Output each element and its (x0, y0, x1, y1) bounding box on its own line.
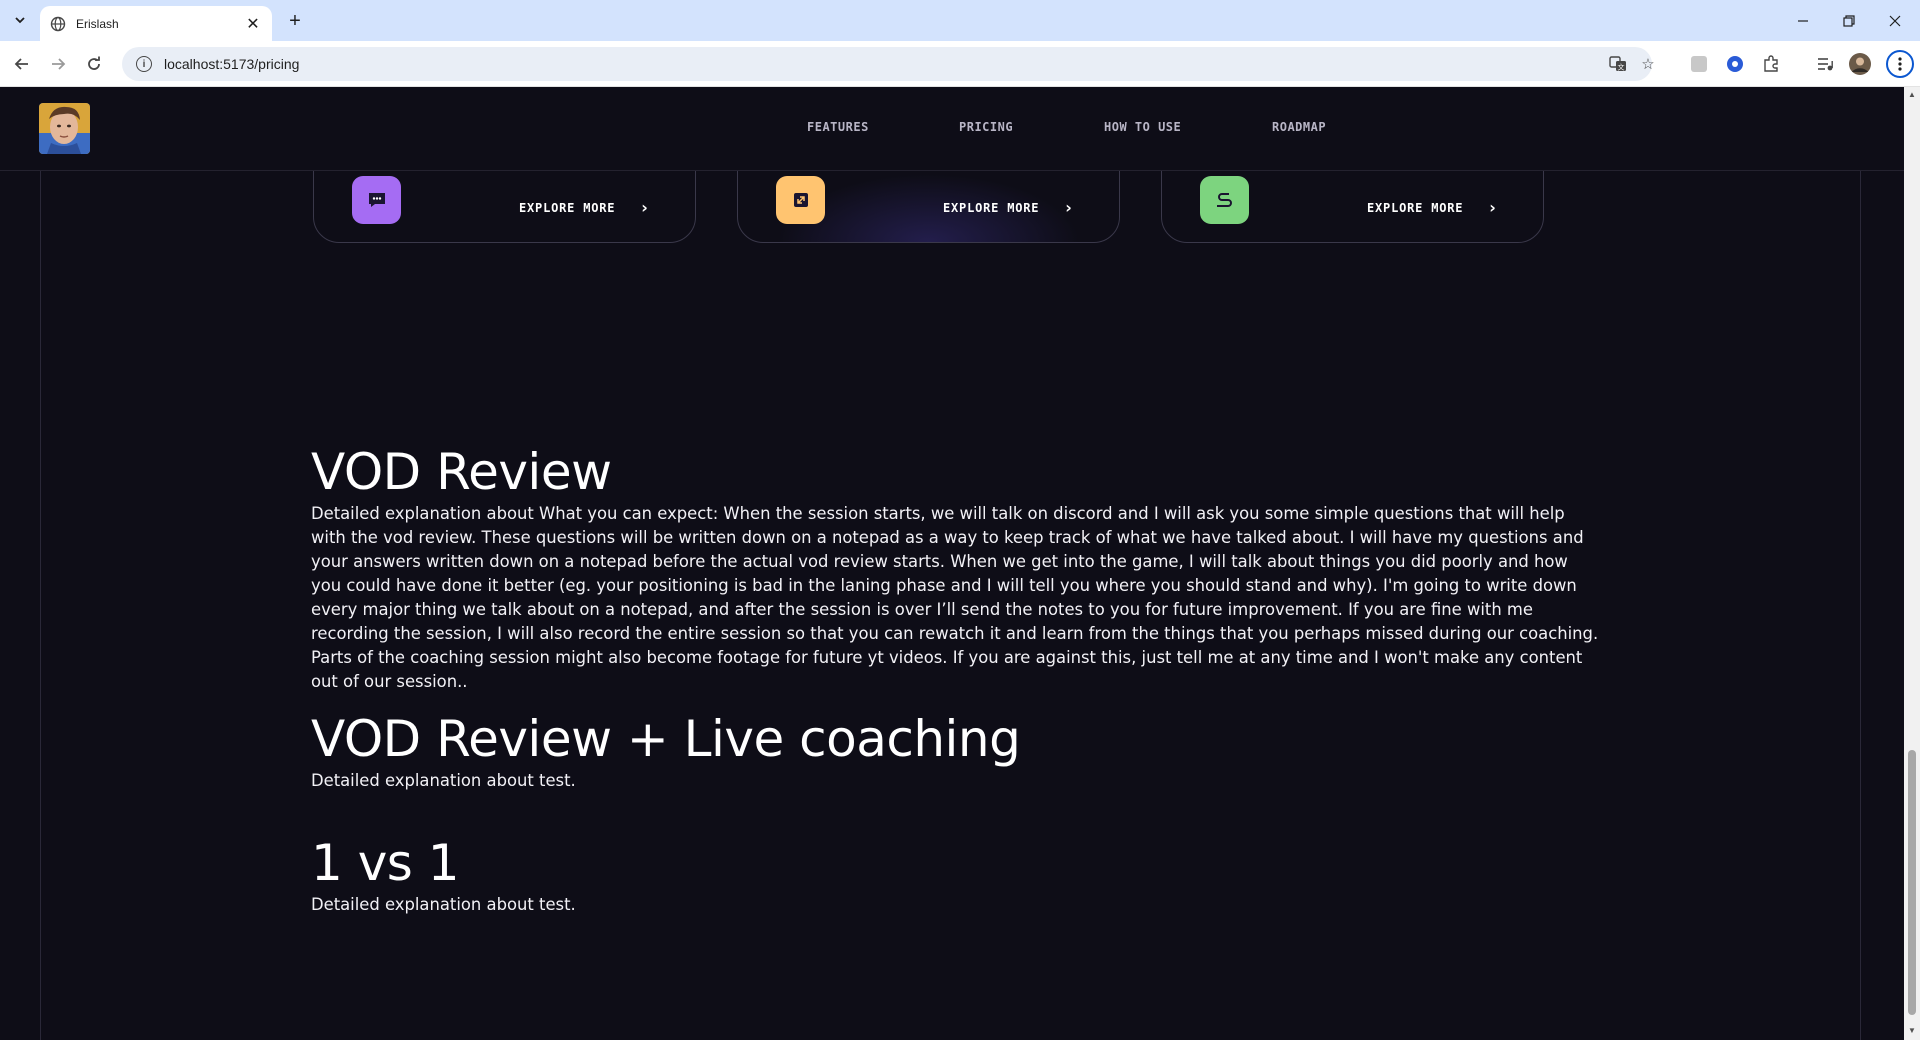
chevron-right-icon: › (1489, 198, 1497, 217)
restore-icon[interactable] (1826, 0, 1872, 41)
nav-link-features[interactable]: FEATURES (807, 120, 869, 134)
nav-link-pricing[interactable]: PRICING (959, 120, 1013, 134)
puzzle-icon[interactable] (1760, 53, 1782, 75)
chevron-right-icon: › (641, 198, 649, 217)
tab-title: Erislash (76, 16, 119, 31)
chat-icon (352, 176, 401, 224)
explore-more-label: EXPLORE MORE (943, 200, 1040, 215)
pricing-section-1v1: 1 vs 1 Detailed explanation about test. (311, 835, 1601, 917)
minimize-icon[interactable] (1780, 0, 1826, 41)
scroll-up-icon[interactable]: ▲ (1908, 91, 1916, 99)
pricing-section-live-coaching: VOD Review + Live coaching Detailed expl… (311, 711, 1601, 793)
section-title: VOD Review (311, 443, 612, 501)
main-nav: FEATURES PRICING HOW TO USE ROADMAP (0, 120, 1904, 140)
browser-tabstrip: Erislash ✕ + (0, 0, 1920, 41)
chevron-down-icon[interactable] (8, 8, 32, 32)
explore-more-label: EXPLORE MORE (1367, 200, 1464, 215)
route-icon (1200, 176, 1249, 224)
back-arrow-icon[interactable] (8, 50, 36, 78)
section-description: Detailed explanation about test. (311, 771, 576, 790)
pricing-section-vod-review: VOD Review Detailed explanation about Wh… (311, 444, 1601, 694)
window-close-icon[interactable] (1872, 0, 1918, 41)
forward-arrow-icon[interactable] (44, 50, 72, 78)
page-scrollbar[interactable]: ▲ ▼ (1904, 87, 1920, 1040)
page-viewport: EXPLORE MORE › EXPLORE MORE › EXPLORE MO… (0, 87, 1904, 1040)
divider (40, 87, 41, 1040)
extension-icon[interactable] (1724, 53, 1746, 75)
svg-text:文: 文 (1618, 63, 1625, 72)
section-description: Detailed explanation about What you can … (311, 504, 1599, 691)
scrollbar-thumb[interactable] (1908, 750, 1916, 1015)
divider (1860, 87, 1861, 1040)
translate-icon[interactable]: 文 (1604, 47, 1632, 81)
nav-link-roadmap[interactable]: ROADMAP (1272, 120, 1326, 134)
extension-icon[interactable] (1688, 53, 1710, 75)
nav-link-how-to-use[interactable]: HOW TO USE (1104, 120, 1181, 134)
media-control-icon[interactable] (1814, 53, 1836, 75)
browser-tab[interactable]: Erislash ✕ (40, 6, 272, 41)
site-header: FEATURES PRICING HOW TO USE ROADMAP (0, 87, 1904, 171)
section-title: VOD Review + Live coaching (311, 710, 1021, 768)
chevron-right-icon: › (1065, 198, 1073, 217)
section-description: Detailed explanation about test. (311, 895, 576, 914)
globe-icon (50, 16, 66, 32)
plus-icon[interactable]: + (282, 8, 308, 34)
explore-more-link[interactable]: EXPLORE MORE › (519, 198, 649, 217)
star-icon[interactable]: ☆ (1634, 47, 1662, 81)
profile-avatar[interactable] (1849, 53, 1871, 75)
expand-icon (776, 176, 825, 224)
info-icon[interactable]: i (136, 56, 152, 72)
explore-more-link[interactable]: EXPLORE MORE › (1367, 198, 1497, 217)
url-text: localhost:5173/pricing (164, 56, 300, 72)
scroll-down-icon[interactable]: ▼ (1908, 1027, 1916, 1035)
browser-toolbar: i localhost:5173/pricing 文 ☆ (0, 41, 1920, 87)
section-title: 1 vs 1 (311, 834, 460, 892)
address-bar[interactable]: i localhost:5173/pricing 文 ☆ (122, 47, 1655, 81)
close-icon[interactable]: ✕ (244, 14, 262, 34)
kebab-menu-icon[interactable] (1886, 50, 1914, 78)
explore-more-link[interactable]: EXPLORE MORE › (943, 198, 1073, 217)
reload-icon[interactable] (80, 50, 108, 78)
explore-more-label: EXPLORE MORE (519, 200, 616, 215)
